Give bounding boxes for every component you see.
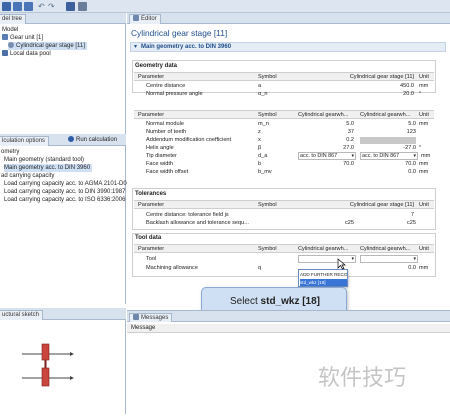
tab-model-tree[interactable]: del tree bbox=[0, 14, 27, 24]
model-tree: Model Gear unit [1] Cylindrical gear sta… bbox=[0, 24, 126, 134]
tool-gear2-select[interactable]: ▾ bbox=[360, 255, 418, 263]
teeth-gear1[interactable]: 37 bbox=[298, 128, 354, 136]
print-icon[interactable] bbox=[78, 2, 87, 11]
row-helix-angle: Helix angle β 27.0 -27.0 ° bbox=[146, 144, 422, 152]
option-std-wkz-18[interactable]: std_wkz [18] bbox=[300, 279, 347, 286]
tip-diameter-gear2-select[interactable]: acc. to DIN 867 ▾ bbox=[360, 152, 418, 160]
section-header[interactable]: ▾ Main geometry acc. to DIN 3960 bbox=[130, 42, 446, 52]
chevron-down-icon: ▾ bbox=[413, 153, 416, 159]
row-backlash-allowance: Backlash allowance and tolerance sequ...… bbox=[146, 219, 416, 227]
editor-icon bbox=[133, 15, 139, 22]
messages-icon bbox=[133, 314, 139, 321]
save-icon[interactable] bbox=[13, 2, 22, 11]
backlash-gear1[interactable]: c25 bbox=[298, 219, 354, 227]
structural-sketch bbox=[0, 320, 126, 414]
gear-unit-icon bbox=[2, 34, 8, 41]
option-main-geometry-standard-tool[interactable]: Main geometry (standard tool) bbox=[4, 156, 84, 164]
play-icon bbox=[68, 136, 74, 143]
pressure-angle-input[interactable]: 20.0 bbox=[318, 90, 414, 98]
face-width-gear2[interactable]: 70.0 bbox=[360, 160, 416, 168]
tip-diameter-gear1-select[interactable]: acc. to DIN 867 ▾ bbox=[298, 152, 356, 160]
option-load-din-3990[interactable]: Load carrying capacity acc. to DIN 3990:… bbox=[4, 188, 125, 196]
group-load-carrying-capacity[interactable]: ad carrying capacity bbox=[1, 172, 54, 180]
normal-module-gear1[interactable]: 5.0 bbox=[298, 120, 354, 128]
tolerances-column-headers: Parameter Symbol Cylindrical gear stage … bbox=[134, 200, 434, 209]
tool-data-title: Tool data bbox=[135, 235, 162, 241]
tolerances-title: Tolerances bbox=[135, 191, 167, 197]
run-calculation-button[interactable]: Run calculation bbox=[68, 136, 117, 145]
tree-item-local-data-pool[interactable]: Local data pool bbox=[2, 50, 51, 58]
row-tool: Tool ▾ ▾ bbox=[146, 255, 418, 263]
app-icon[interactable] bbox=[2, 2, 11, 11]
tab-editor[interactable]: Editor bbox=[129, 14, 161, 24]
helix-gear1[interactable]: 27.0 bbox=[298, 144, 354, 152]
tool-column-headers: Parameter Symbol Cylindrical gearwh... C… bbox=[134, 244, 434, 253]
row-normal-module: Normal module m_n 5.0 5.0 mm bbox=[146, 120, 429, 128]
gear-stage-sketch bbox=[22, 343, 74, 387]
tool-dropdown-list: ADD FURTHER RECORDS std_wkz [18] bbox=[298, 269, 348, 287]
group-geometry[interactable]: ometry bbox=[1, 148, 19, 156]
callout-text: Select std_wkz [18] bbox=[229, 296, 321, 307]
calculation-options-list: ometry Main geometry (standard tool) Mai… bbox=[0, 146, 130, 304]
tree-item-cylindrical-gear-stage[interactable]: Cylindrical gear stage [11] bbox=[8, 42, 87, 50]
backlash-gear2[interactable]: c25 bbox=[360, 219, 416, 227]
row-face-width-offset: Face width offset b_mv 0.0 mm bbox=[146, 168, 429, 176]
geometry-column-headers: Parameter Symbol Cylindrical gear stage … bbox=[134, 72, 434, 81]
editor-title: Cylindrical gear stage [11] bbox=[131, 28, 228, 38]
row-centre-distance: Centre distance a 450.0 mm bbox=[146, 82, 429, 90]
chevron-down-icon: ▾ bbox=[351, 153, 354, 159]
helix-gear2[interactable]: -27.0 bbox=[360, 144, 416, 152]
gear-icon bbox=[8, 42, 14, 49]
row-tip-diameter: Tip diameter d_a acc. to DIN 867 ▾ acc. t… bbox=[146, 152, 431, 160]
row-machining-allowance: Machining allowance q 0.0 mm bbox=[146, 264, 429, 272]
redo-icon[interactable]: ↷ bbox=[48, 2, 57, 11]
tree-item-gear-unit[interactable]: Gear unit [1] bbox=[2, 34, 43, 42]
face-width-gear1[interactable]: 70.0 bbox=[298, 160, 354, 168]
row-face-width: Face width b 70.0 70.0 mm bbox=[146, 160, 429, 168]
row-normal-pressure-angle: Normal pressure angle α_n 20.0 ° bbox=[146, 90, 422, 98]
chevron-down-icon: ▾ bbox=[413, 256, 416, 262]
gear-column-headers: Parameter Symbol Cylindrical gearwh... C… bbox=[134, 110, 434, 119]
toolbar: ↶ ↷ bbox=[0, 0, 450, 13]
save-as-icon[interactable] bbox=[24, 2, 33, 11]
face-width-offset-input[interactable]: 0.0 bbox=[360, 168, 416, 176]
tolerance-field-input[interactable]: 7 bbox=[318, 211, 414, 219]
editor-header: Editor bbox=[127, 13, 450, 24]
collapse-icon: ▾ bbox=[134, 44, 138, 50]
tool-gear1-select[interactable]: ▾ bbox=[298, 255, 356, 263]
section-title: Main geometry acc. to DIN 3960 bbox=[141, 44, 232, 50]
model-tree-header: del tree bbox=[0, 13, 126, 24]
tab-structural-sketch[interactable]: uctural sketch bbox=[0, 310, 44, 320]
calculation-options-header: lculation options Run calculation bbox=[0, 134, 126, 146]
watermark-text: 软件技巧 bbox=[318, 366, 407, 391]
messages-header: Messages bbox=[127, 310, 450, 323]
centre-distance-input[interactable]: 450.0 bbox=[318, 82, 414, 90]
teeth-gear2[interactable]: 123 bbox=[360, 128, 416, 136]
option-main-geometry-din-3960[interactable]: Main geometry acc. to DIN 3960 bbox=[4, 164, 93, 172]
option-load-agma[interactable]: Load carrying capacity acc. to AGMA 2101… bbox=[4, 180, 130, 188]
row-number-of-teeth: Number of teeth z 37 123 bbox=[146, 128, 416, 136]
messages-column-header: Message bbox=[127, 324, 450, 333]
mouse-cursor-icon bbox=[337, 258, 346, 270]
addendum-gear1[interactable]: 0.2 bbox=[298, 136, 354, 144]
chevron-down-icon: ▾ bbox=[351, 256, 354, 262]
tree-item-model[interactable]: Model bbox=[2, 26, 18, 34]
option-add-further-records[interactable]: ADD FURTHER RECORDS bbox=[300, 271, 347, 278]
addendum-gear2-disabled bbox=[360, 137, 416, 144]
machining-allowance-input[interactable]: 0.0 bbox=[360, 264, 416, 272]
geometry-data-title: Geometry data bbox=[135, 63, 178, 69]
report-icon[interactable] bbox=[66, 2, 75, 11]
row-tolerance-field: Centre distance: tolerance field js 7 bbox=[146, 211, 414, 219]
option-load-iso-6336[interactable]: Load carrying capacity acc. to ISO 6336:… bbox=[4, 196, 125, 204]
normal-module-gear2[interactable]: 5.0 bbox=[360, 120, 416, 128]
database-icon bbox=[2, 50, 8, 57]
undo-icon[interactable]: ↶ bbox=[38, 2, 47, 11]
tab-calculation-options[interactable]: lculation options bbox=[0, 136, 50, 146]
row-addendum-modification: Addendum modification coefficient x 0.2 bbox=[134, 136, 434, 144]
structural-sketch-header: uctural sketch bbox=[0, 308, 126, 320]
